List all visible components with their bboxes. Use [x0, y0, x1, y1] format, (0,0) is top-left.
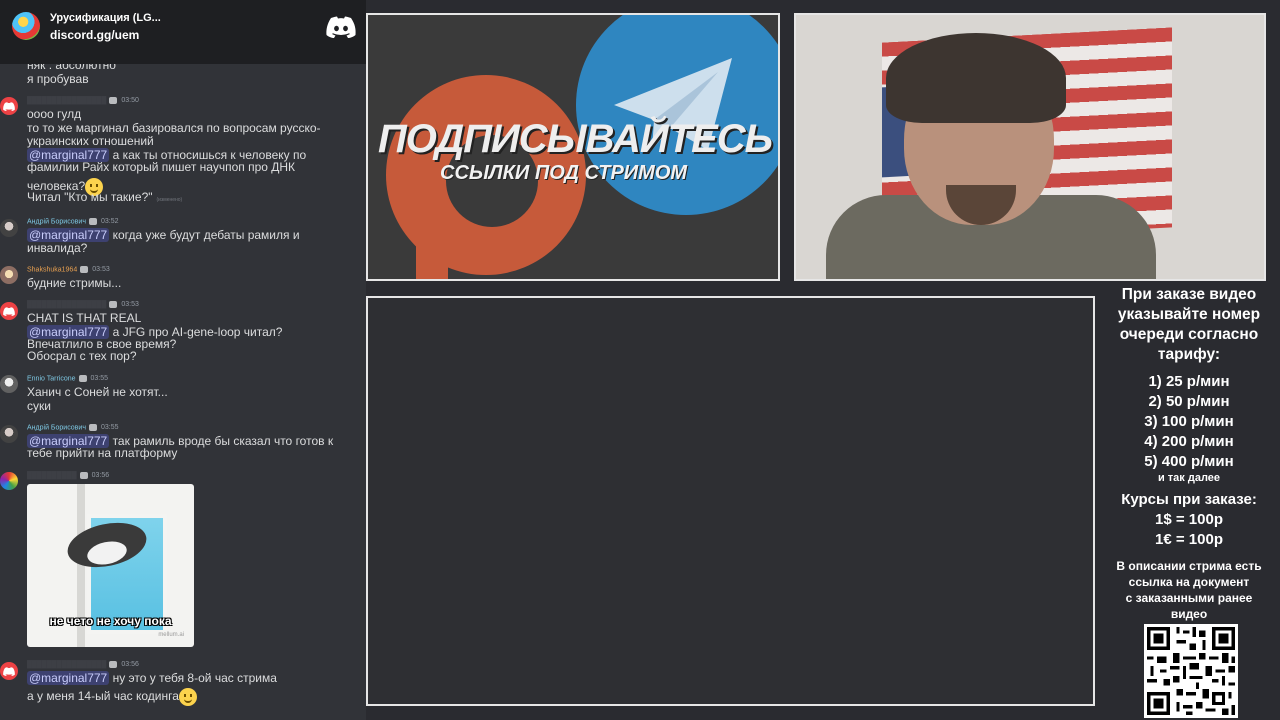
- price-tier: 2) 50 р/мин: [1148, 393, 1230, 410]
- message-text: фамилии Райх который пишет научпоп про Д…: [27, 160, 296, 174]
- message-text: тебе прийти на платформу: [27, 446, 178, 460]
- price-tier: 1) 25 р/мин: [1148, 373, 1230, 390]
- message-meta: ██████████ 03:56: [27, 472, 110, 480]
- description-note: с заказанными ранее: [1125, 591, 1253, 605]
- user-avatar[interactable]: [0, 375, 18, 393]
- author-name[interactable]: Shakshuka1964: [27, 266, 77, 273]
- message-meta: Андрій Борисович 03:52: [27, 218, 119, 226]
- message-text: оооо гулд: [27, 107, 82, 121]
- image-watermark: mellum.ai: [158, 632, 184, 638]
- user-badge-icon: [88, 218, 97, 225]
- discord-avatar-icon[interactable]: [0, 302, 18, 320]
- chat-panel: Урусификация (LG... discord.gg/uem няк .…: [0, 0, 366, 720]
- price-info-panel: При заказе видео указывайте номер очеред…: [1098, 283, 1280, 622]
- user-badge-icon: [109, 97, 118, 104]
- info-heading: тарифу:: [1157, 346, 1221, 363]
- user-avatar[interactable]: [0, 425, 18, 443]
- message-text: инвалида?: [27, 241, 88, 255]
- discord-avatar-icon[interactable]: [0, 662, 18, 680]
- message-meta: Ennio Tarricone 03:55: [27, 375, 109, 383]
- message-text: украинских отношений: [27, 134, 154, 148]
- author-name[interactable]: Андрій Борисович: [27, 218, 86, 225]
- webcam-feed: [794, 13, 1266, 281]
- description-note: видео: [1170, 607, 1208, 621]
- rates-heading: Курсы при заказе:: [1121, 491, 1257, 508]
- info-heading: указывайте номер: [1117, 306, 1261, 323]
- description-note: ссылка на документ: [1128, 575, 1250, 589]
- description-note: В описании стрима есть: [1116, 559, 1262, 573]
- rate-row: 1$ = 100р: [1155, 511, 1223, 528]
- price-tier: 4) 200 р/мин: [1144, 433, 1234, 450]
- server-icon: [12, 12, 40, 40]
- user-avatar[interactable]: [0, 266, 18, 284]
- info-heading: очереди согласно: [1119, 326, 1259, 343]
- subscribe-banner: ПОДПИСЫВАЙТЕСЬ ССЫЛКИ ПОД СТРИМОМ: [366, 13, 780, 281]
- discord-avatar-icon[interactable]: [0, 97, 18, 115]
- user-badge-icon: [109, 661, 118, 668]
- smile-emoji-icon: [178, 688, 197, 706]
- message-text: будние стримы...: [27, 276, 122, 290]
- qr-code-icon[interactable]: [1144, 624, 1238, 718]
- message-meta: ████████████████ 03:50: [27, 97, 139, 105]
- chat-header: Урусификация (LG... discord.gg/uem: [0, 0, 366, 64]
- message-meta: ████████████████ 03:53: [27, 301, 139, 309]
- message-meta: Андрій Борисович 03:55: [27, 424, 119, 432]
- cat-meme-image[interactable]: не чето не хочу пока mellum.ai: [27, 484, 194, 647]
- price-tier: 5) 400 р/мин: [1144, 453, 1234, 470]
- price-tier: 3) 100 р/мин: [1144, 413, 1234, 430]
- user-badge-icon: [78, 375, 87, 382]
- user-avatar[interactable]: [0, 219, 18, 237]
- user-mention[interactable]: @marginal777: [27, 671, 110, 685]
- server-invite-link: discord.gg/uem: [50, 28, 140, 42]
- user-avatar[interactable]: [0, 472, 18, 490]
- message-meta: Shakshuka1964 03:53: [27, 266, 110, 274]
- user-badge-icon: [88, 424, 97, 431]
- user-badge-icon: [80, 266, 89, 273]
- message-text: я пробував: [27, 72, 89, 86]
- message-text: суки: [27, 399, 51, 413]
- banner-subtitle: ССЫЛКИ ПОД СТРИМОМ: [440, 162, 688, 184]
- author-name[interactable]: Ennio Tarricone: [27, 375, 76, 382]
- message-text: CHAT IS THAT REAL: [27, 311, 142, 325]
- message-text: а у меня 14-ый час кодинга: [27, 688, 197, 706]
- author-name[interactable]: Андрій Борисович: [27, 424, 86, 431]
- message-meta: ████████████████ 03:56: [27, 661, 139, 669]
- message-text: Ханич с Соней не хотят...: [27, 385, 168, 399]
- user-badge-icon: [109, 301, 118, 308]
- message-text: Читал "Кто мы такие?" (изменено): [27, 190, 183, 204]
- and-so-on-note: и так далее: [1157, 472, 1221, 484]
- edited-label: (изменено): [156, 197, 183, 203]
- server-name: Урусификация (LG...: [50, 12, 161, 24]
- discord-icon: [326, 16, 356, 38]
- message-text: @marginal777 когда уже будут дебаты рами…: [27, 228, 300, 242]
- video-area: [366, 296, 1095, 706]
- message-text: @marginal777 ну это у тебя 8-ой час стри…: [27, 671, 277, 685]
- banner-title: ПОДПИСЫВАЙТЕСЬ: [377, 117, 773, 161]
- user-badge-icon: [79, 472, 88, 479]
- user-mention[interactable]: @marginal777: [27, 228, 110, 242]
- rate-row: 1€ = 100р: [1155, 531, 1223, 548]
- info-heading: При заказе видео: [1121, 286, 1257, 303]
- meme-caption: не чето не хочу пока: [49, 614, 172, 628]
- message-text: Обосрал с тех пор?: [27, 349, 137, 363]
- message-text: то то же маргинал базировался по вопроса…: [27, 121, 321, 135]
